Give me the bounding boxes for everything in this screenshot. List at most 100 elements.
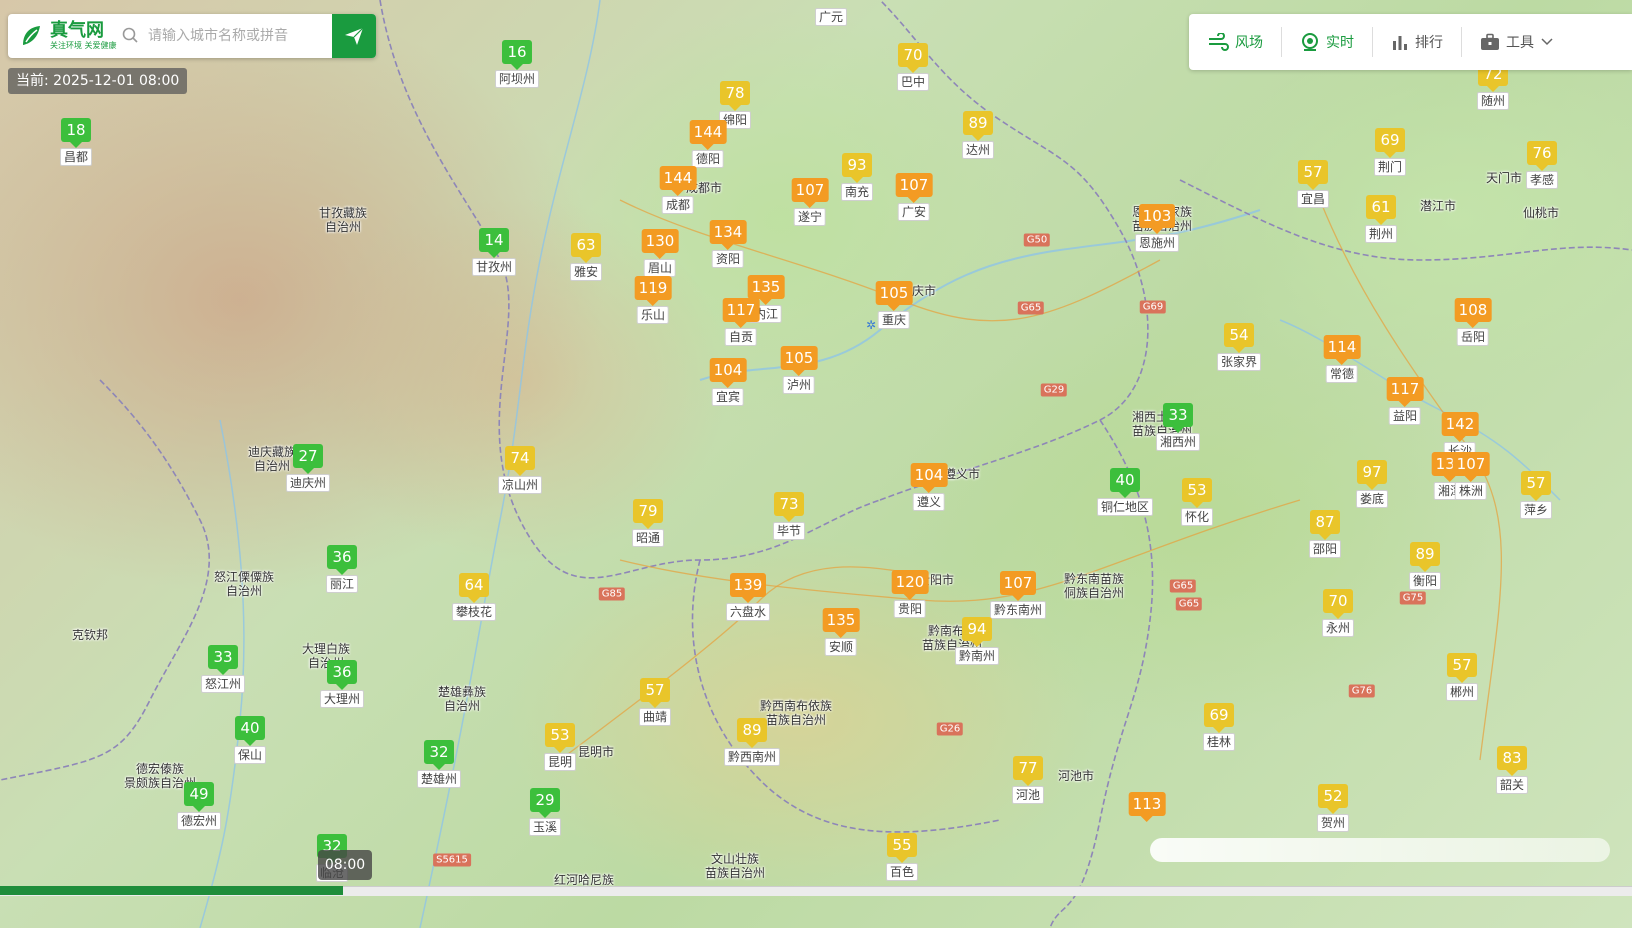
place-label: 潜江市	[1419, 199, 1457, 213]
aqi-marker[interactable]: 130 眉山	[641, 229, 679, 277]
aqi-value-badge: 54	[1223, 323, 1254, 353]
aqi-marker[interactable]: 57 郴州	[1445, 653, 1479, 701]
aqi-marker[interactable]: 70 巴中	[896, 43, 930, 91]
aqi-marker[interactable]: 64 攀枝花	[451, 573, 497, 621]
aqi-marker[interactable]: 77 河池	[1011, 756, 1045, 804]
aqi-marker[interactable]: 103 恩施州	[1134, 204, 1180, 252]
aqi-marker[interactable]: 49 德宏州	[176, 782, 222, 830]
current-time-label: 当前: 2025-12-01 08:00	[8, 68, 188, 94]
aqi-city-label: 桂林	[1202, 733, 1236, 751]
aqi-marker[interactable]: 61 荆州	[1364, 195, 1398, 243]
aqi-marker[interactable]: 69 荆门	[1373, 128, 1407, 176]
timeline-handle[interactable]: 08:00	[318, 850, 372, 880]
aqi-marker[interactable]: 108 岳阳	[1454, 298, 1492, 346]
ranking-icon	[1393, 36, 1407, 50]
aqi-city-label: 邵阳	[1308, 540, 1342, 558]
aqi-marker[interactable]: 107 遂宁	[791, 178, 829, 226]
aqi-value-badge: 73	[773, 492, 804, 522]
aqi-marker[interactable]: 107 广安	[895, 173, 933, 221]
aqi-marker[interactable]: 76 孝感	[1525, 141, 1559, 189]
aqi-marker[interactable]: 87 邵阳	[1308, 510, 1342, 558]
aqi-city-label: 自贡	[724, 328, 758, 346]
aqi-marker[interactable]: 135 安顺	[822, 608, 860, 656]
aqi-marker[interactable]: 57 曲靖	[638, 678, 672, 726]
aqi-city-label: 贺州	[1316, 814, 1350, 832]
site-logo[interactable]: 真气网 关注环境 关爱健康	[8, 14, 118, 58]
aqi-marker[interactable]: 53 昆明	[543, 723, 577, 771]
aqi-city-label: 张家界	[1216, 353, 1262, 371]
aqi-marker[interactable]: 36 大理州	[319, 660, 365, 708]
aqi-marker[interactable]: 16 阿坝州	[494, 40, 540, 88]
aqi-marker[interactable]: 144 成都	[659, 166, 697, 214]
timeline[interactable]: 08:00	[0, 850, 1632, 928]
aqi-value-badge: 113	[1128, 792, 1166, 822]
aqi-marker[interactable]: 63 雅安	[569, 233, 603, 281]
aqi-value-badge: 144	[659, 166, 697, 196]
search-input[interactable]	[146, 15, 332, 57]
search-submit-button[interactable]	[332, 14, 376, 58]
aqi-marker[interactable]: 广元	[814, 8, 848, 26]
aqi-marker[interactable]: 113	[1128, 792, 1166, 822]
aqi-marker[interactable]: 32 楚雄州	[416, 740, 462, 788]
aqi-marker[interactable]: 120 贵阳	[891, 570, 929, 618]
aqi-marker[interactable]: 139 六盘水	[725, 573, 771, 621]
aqi-marker[interactable]: 29 玉溪	[528, 788, 562, 836]
aqi-marker[interactable]: 119 乐山	[634, 276, 672, 324]
toolbar-tools-button[interactable]: 工具	[1462, 14, 1572, 70]
aqi-marker[interactable]: 79 昭通	[631, 499, 665, 547]
aqi-city-label: 宜昌	[1296, 190, 1330, 208]
aqi-marker[interactable]: 73 毕节	[772, 492, 806, 540]
aqi-marker[interactable]: 105 重庆	[875, 281, 913, 329]
aqi-value-badge: 78	[719, 81, 750, 111]
road-shield: G50	[1023, 233, 1051, 247]
aqi-marker[interactable]: 55 百色	[885, 833, 919, 881]
place-label: 仙桃市	[1522, 206, 1560, 220]
top-toolbar: 风场 实时 排行 工具	[1189, 14, 1632, 70]
toolbar-realtime-button[interactable]: 实时	[1282, 14, 1372, 70]
aqi-marker[interactable]: 69 桂林	[1202, 703, 1236, 751]
aqi-marker[interactable]: 94 黔南州	[954, 617, 1000, 665]
aqi-city-label: 保山	[233, 746, 267, 764]
aqi-marker[interactable]: 114 常德	[1323, 335, 1361, 383]
map-canvas[interactable]: 甘孜藏族 自治州迪庆藏族 自治州怒江傈僳族 自治州大理白族 自治州楚雄彝族 自治…	[0, 0, 1632, 928]
aqi-marker[interactable]: 104 遵义	[910, 463, 948, 511]
aqi-marker[interactable]: 105 泸州	[780, 346, 818, 394]
aqi-marker[interactable]: 70 永州	[1321, 589, 1355, 637]
aqi-marker[interactable]: 83 韶关	[1495, 746, 1529, 794]
aqi-city-label: 萍乡	[1519, 501, 1553, 519]
aqi-city-label: 德宏州	[176, 812, 222, 830]
aqi-marker[interactable]: 18 昌都	[59, 118, 93, 166]
aqi-marker[interactable]: 54 张家界	[1216, 323, 1262, 371]
aqi-marker[interactable]: 57 宜昌	[1296, 160, 1330, 208]
aqi-marker[interactable]: 33 怒江州	[200, 645, 246, 693]
toolbar-wind-button[interactable]: 风场	[1189, 14, 1281, 70]
aqi-marker[interactable]: 33 湘西州	[1155, 403, 1201, 451]
place-label: 昆明市	[577, 745, 615, 759]
aqi-marker[interactable]: 117 益阳	[1386, 377, 1424, 425]
aqi-marker[interactable]: 134 资阳	[709, 220, 747, 268]
aqi-marker[interactable]: 104 宜宾	[709, 358, 747, 406]
aqi-value-badge: 87	[1309, 510, 1340, 540]
aqi-marker[interactable]: 57 萍乡	[1519, 471, 1553, 519]
aqi-marker[interactable]: 107 黔东南州	[989, 571, 1047, 619]
aqi-marker[interactable]: 89 达州	[961, 111, 995, 159]
aqi-marker[interactable]: 14 甘孜州	[471, 228, 517, 276]
aqi-marker[interactable]: 144 德阳	[689, 120, 727, 168]
aqi-marker[interactable]: 40 铜仁地区	[1096, 468, 1154, 516]
aqi-marker[interactable]: 52 贺州	[1316, 784, 1350, 832]
toolbar-ranking-button[interactable]: 排行	[1373, 14, 1461, 70]
place-label: 文山壮族 苗族自治州	[704, 852, 766, 880]
aqi-marker[interactable]: 40 保山	[233, 716, 267, 764]
aqi-city-label: 广元	[814, 8, 848, 26]
aqi-marker[interactable]: 53 怀化	[1180, 478, 1214, 526]
aqi-marker[interactable]: 74 凉山州	[497, 446, 543, 494]
aqi-marker[interactable]: 107 株洲	[1452, 452, 1490, 500]
aqi-marker[interactable]: 93 南充	[840, 153, 874, 201]
aqi-value-badge: 61	[1365, 195, 1396, 225]
aqi-marker[interactable]: 117 自贡	[722, 298, 760, 346]
aqi-marker[interactable]: 89 衡阳	[1408, 542, 1442, 590]
aqi-marker[interactable]: 97 娄底	[1355, 460, 1389, 508]
aqi-marker[interactable]: 89 黔西南州	[723, 718, 781, 766]
aqi-marker[interactable]: 36 丽江	[325, 545, 359, 593]
aqi-marker[interactable]: 27 迪庆州	[285, 444, 331, 492]
